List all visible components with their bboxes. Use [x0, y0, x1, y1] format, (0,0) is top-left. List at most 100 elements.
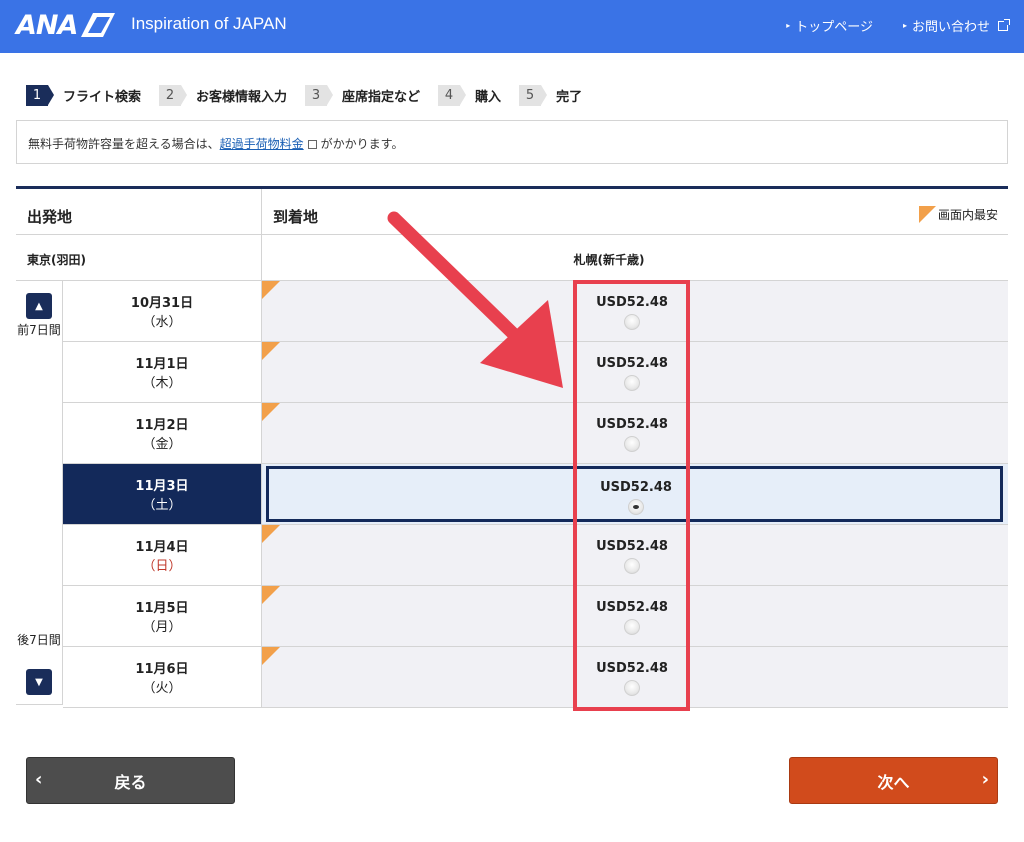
fare-radio[interactable] — [624, 436, 640, 452]
logo-stripe-icon — [81, 13, 116, 37]
fare-row: 11月1日 （木） USD52.48 — [63, 342, 1008, 403]
fare-option[interactable]: USD52.48 — [262, 403, 1008, 463]
back-label: 戻る — [114, 772, 147, 792]
fare-row: 11月5日 （月） USD52.48 — [63, 586, 1008, 647]
fare-radio[interactable] — [624, 314, 640, 330]
date-cell: 11月3日 （土） — [63, 464, 262, 524]
fare-price: USD52.48 — [596, 295, 668, 310]
weekday-label: （金） — [142, 437, 182, 452]
excess-baggage-link[interactable]: 超過手荷物料金 — [220, 137, 304, 151]
fare-price: USD52.48 — [596, 539, 668, 554]
tagline: Inspiration of JAPAN — [131, 14, 287, 33]
notice-text: 無料手荷物許容量を超える場合は、 — [28, 137, 220, 151]
date-label: 11月6日 — [135, 662, 189, 677]
step-label: お客様情報入力 — [196, 90, 288, 105]
chevron-right-icon: › — [981, 769, 989, 790]
external-link-icon — [998, 18, 1010, 31]
fare-radio-checked[interactable] — [628, 499, 644, 515]
date-cell: 11月1日 （木） — [63, 342, 262, 402]
step-number: 4 — [438, 85, 467, 106]
ana-logo[interactable]: ANA — [16, 8, 116, 42]
date-cell: 11月6日 （火） — [63, 647, 262, 707]
contact-label: お問い合わせ — [911, 20, 990, 35]
step-label: 購入 — [475, 90, 502, 105]
date-cell: 11月5日 （月） — [63, 586, 262, 646]
contact-link[interactable]: ▸ お問い合わせ — [902, 16, 1010, 35]
fare-radio[interactable] — [624, 680, 640, 696]
step-label: 完了 — [556, 90, 583, 105]
fare-radio[interactable] — [624, 619, 640, 635]
step-label: フライト検索 — [63, 90, 142, 105]
fare-radio[interactable] — [624, 558, 640, 574]
progress-steps: 1 フライト検索 2 お客様情報入力 3 座席指定など 4 購入 5 完了 — [26, 85, 600, 106]
date-cell: 11月2日 （金） — [63, 403, 262, 463]
step-purchase: 4 購入 — [438, 85, 501, 106]
prev-week-label: 前7日間 — [17, 323, 61, 337]
fare-row: 10月31日 （水） USD52.48 — [63, 281, 1008, 342]
next-label: 次へ — [877, 772, 910, 792]
fare-option[interactable]: USD52.48 — [262, 586, 1008, 646]
fare-option[interactable]: USD52.48 — [262, 525, 1008, 585]
triangle-up-icon: ▲ — [35, 300, 43, 312]
fare-row: 11月4日 （日） USD52.48 — [63, 525, 1008, 586]
date-cell: 11月4日 （日） — [63, 525, 262, 585]
date-label: 11月3日 — [135, 479, 189, 494]
prev-week-button[interactable]: ▲ — [26, 293, 52, 319]
fare-calendar-table: 出発地 到着地 画面内最安 東京(羽田) 札幌(新千歳) ▲ 前7日間 後7日間… — [16, 186, 1008, 708]
baggage-notice: 無料手荷物許容量を超える場合は、超過手荷物料金 がかかります。 — [16, 120, 1008, 164]
step-number: 5 — [519, 85, 548, 106]
step-flight-search: 1 フライト検索 — [26, 85, 141, 106]
date-label: 11月4日 — [135, 540, 189, 555]
fare-price: USD52.48 — [596, 661, 668, 676]
notice-text-end: がかかります。 — [320, 137, 404, 151]
date-label: 11月5日 — [135, 601, 189, 616]
date-label: 11月2日 — [135, 418, 189, 433]
weekday-label: （月） — [142, 620, 182, 635]
weekday-label: （火） — [142, 681, 182, 696]
site-header: ANA Inspiration of JAPAN ▸ トップページ ▸ お問い合… — [0, 0, 1024, 53]
date-cell: 10月31日 （水） — [63, 281, 262, 341]
fare-row: 11月2日 （金） USD52.48 — [63, 403, 1008, 464]
date-label: 11月1日 — [135, 357, 189, 372]
weekday-label: （土） — [142, 498, 182, 513]
fare-option[interactable]: USD52.48 — [262, 464, 1008, 524]
next-week-label: 後7日間 — [17, 633, 61, 647]
arrival-header: 到着地 画面内最安 — [262, 189, 1008, 234]
fare-row-selected: 11月3日 （土） USD52.48 — [63, 464, 1008, 525]
step-number: 1 — [26, 85, 54, 106]
departure-city: 東京(羽田) — [16, 235, 262, 280]
external-link-icon — [307, 140, 317, 149]
step-seat-selection: 3 座席指定など — [305, 85, 420, 106]
next-button[interactable]: 次へ › — [789, 757, 998, 804]
fare-row: 11月6日 （火） USD52.48 — [63, 647, 1008, 708]
date-label: 10月31日 — [130, 296, 194, 311]
step-complete: 5 完了 — [519, 85, 582, 106]
cheapest-marker-icon — [918, 206, 936, 223]
fare-rows: 10月31日 （水） USD52.48 11月1日 （木） USD52.48 11月… — [63, 281, 1008, 708]
fare-radio[interactable] — [624, 375, 640, 391]
top-page-label: トップページ — [795, 20, 873, 35]
step-number: 3 — [305, 85, 334, 106]
logo-text: ANA — [16, 9, 78, 41]
fare-price: USD52.48 — [596, 356, 668, 371]
step-customer-info: 2 お客様情報入力 — [159, 85, 287, 106]
city-row: 東京(羽田) 札幌(新千歳) — [16, 235, 1008, 281]
weekday-label: （水） — [142, 315, 182, 330]
chevron-left-icon: ‹ — [35, 769, 43, 790]
step-number: 2 — [159, 85, 188, 106]
arrival-header-label: 到着地 — [273, 208, 319, 226]
fare-option[interactable]: USD52.48 — [262, 281, 1008, 341]
next-week-button[interactable]: ▼ — [26, 669, 52, 695]
fare-option[interactable]: USD52.48 — [262, 647, 1008, 707]
legend-label: 画面内最安 — [937, 208, 998, 222]
caret-right-icon: ▸ — [902, 21, 907, 30]
fare-option[interactable]: USD52.48 — [262, 342, 1008, 402]
back-button[interactable]: ‹ 戻る — [26, 757, 235, 804]
caret-right-icon: ▸ — [786, 21, 791, 30]
cheapest-legend: 画面内最安 — [918, 206, 998, 223]
triangle-down-icon: ▼ — [35, 676, 43, 688]
top-page-link[interactable]: ▸ トップページ — [786, 16, 873, 35]
departure-header: 出発地 — [16, 189, 262, 234]
step-label: 座席指定など — [342, 90, 421, 105]
fare-price: USD52.48 — [600, 480, 672, 495]
